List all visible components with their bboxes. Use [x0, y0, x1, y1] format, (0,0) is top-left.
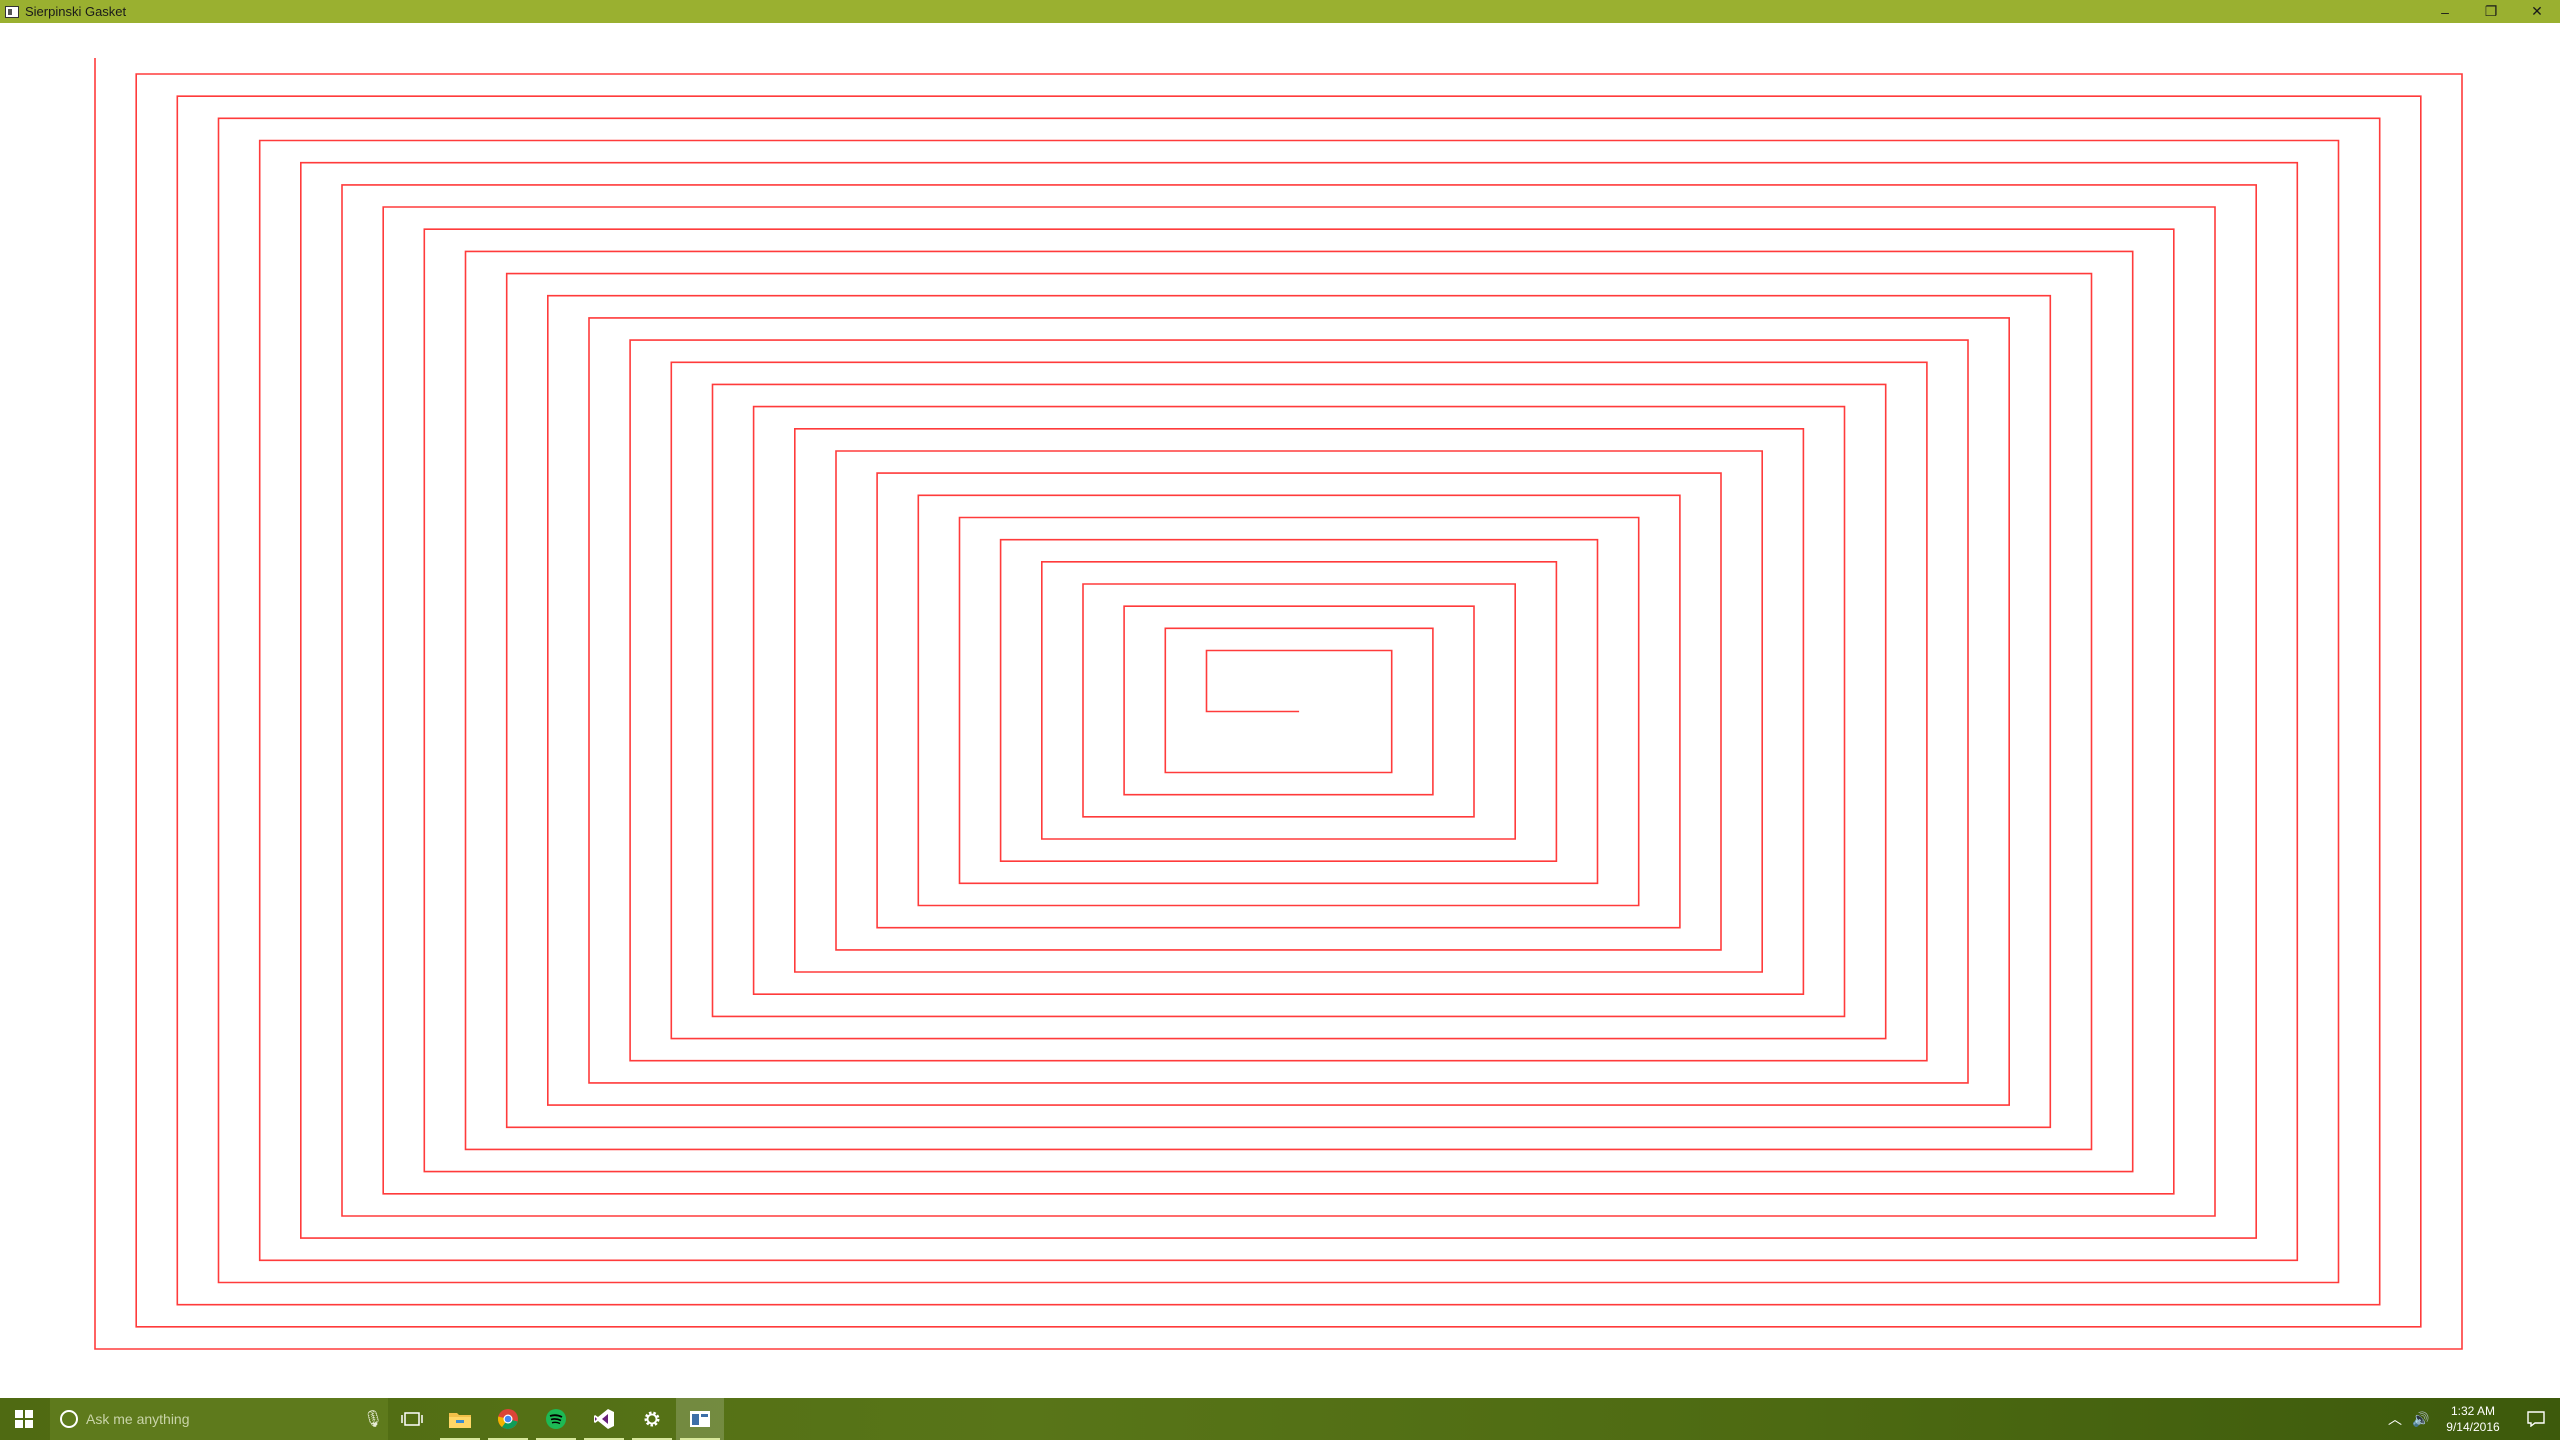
task-view-icon	[401, 1412, 423, 1426]
cortana-icon	[60, 1410, 78, 1428]
volume-icon[interactable]: 🔊	[2408, 1411, 2434, 1428]
clock-time: 1:32 AM	[2450, 1404, 2496, 1418]
app-window: Sierpinski Gasket – ❐ ✕	[0, 0, 2560, 1398]
settings-button[interactable]	[628, 1398, 676, 1440]
file-explorer-button[interactable]	[436, 1398, 484, 1440]
restore-button[interactable]: ❐	[2468, 0, 2514, 23]
taskbar: Ask me anything 🎙 ︿ 🔊 1:32 AM 9/14/2016	[0, 1398, 2560, 1440]
chevron-up-icon[interactable]: ︿	[2382, 1409, 2408, 1429]
clock-date: 9/14/2016	[2446, 1420, 2500, 1434]
chrome-icon	[497, 1409, 518, 1429]
search-box[interactable]: Ask me anything 🎙	[50, 1398, 388, 1440]
spiral-drawing	[94, 58, 2463, 1350]
start-button[interactable]	[0, 1398, 48, 1440]
file-explorer-icon	[449, 1413, 471, 1428]
windows-logo-icon	[15, 1410, 33, 1428]
close-button[interactable]: ✕	[2514, 0, 2560, 23]
window-title: Sierpinski Gasket	[25, 4, 127, 19]
app-window-icon	[690, 1411, 710, 1427]
microphone-icon[interactable]: 🎙	[358, 1409, 388, 1429]
chrome-button[interactable]	[484, 1398, 532, 1440]
action-center-icon[interactable]	[2512, 1411, 2560, 1427]
spiral-path	[94, 58, 2463, 1350]
drawing-canvas	[0, 23, 2560, 1398]
app-window-icon	[5, 5, 19, 18]
spotify-button[interactable]	[532, 1398, 580, 1440]
settings-icon	[644, 1411, 660, 1427]
spotify-icon	[546, 1409, 566, 1429]
search-placeholder: Ask me anything	[86, 1411, 190, 1427]
sierpinski-app-button[interactable]	[676, 1398, 724, 1440]
title-bar[interactable]: Sierpinski Gasket – ❐ ✕	[0, 0, 2560, 23]
task-view-button[interactable]	[388, 1398, 436, 1440]
minimize-button[interactable]: –	[2422, 0, 2468, 23]
visual-studio-button[interactable]	[580, 1398, 628, 1440]
clock[interactable]: 1:32 AM 9/14/2016	[2434, 1403, 2512, 1435]
visual-studio-icon	[594, 1409, 614, 1429]
system-tray: ︿ 🔊 1:32 AM 9/14/2016	[2382, 1398, 2560, 1440]
